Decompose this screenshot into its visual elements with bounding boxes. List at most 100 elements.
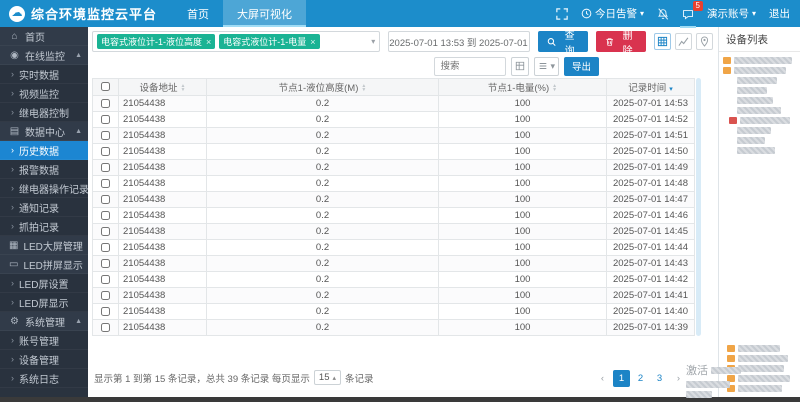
device-tree-item[interactable] [727,355,798,362]
header-level[interactable]: 节点1-液位高度(M) ▲ ▼ [206,78,439,96]
sidebar-item-历史数据[interactable]: › 历史数据 [0,141,88,160]
alarm-dropdown[interactable]: 今日告警 ▾ [581,6,644,21]
row-checkbox[interactable] [101,210,110,220]
cell-battery: 100 [438,303,607,320]
censored-text [737,137,765,144]
device-tree-item[interactable] [737,137,796,144]
sidebar-item-实时数据[interactable]: › 实时数据 [0,65,88,84]
account-dropdown[interactable]: 演示账号 ▾ [707,6,756,21]
row-checkbox[interactable] [101,290,110,300]
censored-text [738,355,788,362]
sidebar-item-报警数据[interactable]: › 报警数据 [0,160,88,179]
row-checkbox[interactable] [101,194,110,204]
cell-address: 21054438 [118,287,207,304]
page-prev-button[interactable]: ‹ [594,370,611,387]
sidebar-item-继电器操作记录[interactable]: › 继电器操作记录 [0,179,88,198]
sidebar-item-继电器控制[interactable]: › 继电器控制 [0,103,88,122]
sidebar-item-LED拼屏显示[interactable]: ▭LED拼屏显示▲ [0,255,88,274]
device-tree-item[interactable] [723,57,796,64]
sidebar-item-LED屏显示[interactable]: › LED屏显示 [0,293,88,312]
sidebar-item-账号管理[interactable]: › 账号管理 [0,331,88,350]
page-next-button[interactable]: › [670,370,687,387]
sidebar-item-LED屏设置[interactable]: › LED屏设置 [0,274,88,293]
device-tree[interactable] [719,52,800,162]
row-checkbox[interactable] [101,226,110,236]
mute-bell-icon[interactable] [657,7,669,20]
logout-button[interactable]: 退出 [769,6,790,21]
map-view-icon[interactable] [696,33,714,50]
fullscreen-icon[interactable] [556,7,568,20]
search-input[interactable] [434,56,507,76]
columns-dropdown-button[interactable]: ▾ [534,56,559,76]
sidebar-menu: ⌂ 首页 ◉ 在线监控 ▲ › 实时数据 › 视频监控 › 继电器控制 ▤ 数据中心 ▲ › 历史数据 › 报警数… [0,27,88,397]
chart-view-icon[interactable] [675,33,693,50]
cell-time: 2025-07-01 14:42 [606,271,695,288]
row-checkbox[interactable] [101,322,110,332]
device-tree-item[interactable] [737,127,796,134]
row-checkbox[interactable] [101,114,110,124]
device-tree-item[interactable] [737,87,796,94]
row-checkbox[interactable] [101,146,110,156]
remove-tag-icon[interactable]: × [206,37,211,47]
device-tree-item[interactable] [737,107,796,114]
header-record-time[interactable]: 记录时间 ▾ [606,78,695,96]
table-row: 21054438 0.2 100 2025-07-01 14:41 [92,287,695,304]
page-button-3[interactable]: 3 [651,370,668,387]
sort-desc-icon: ▾ [669,86,673,93]
censored-text [734,57,792,64]
sidebar-item-label: 账号管理 [19,336,59,348]
sidebar-item-视频监控[interactable]: › 视频监控 [0,84,88,103]
page-button-1[interactable]: 1 [613,370,630,387]
sidebar-item-在线监控[interactable]: ◉ 在线监控 ▲ [0,46,88,65]
top-nav-item-0[interactable]: 首页 [173,0,223,27]
select-all-checkbox[interactable] [101,82,110,92]
delete-button[interactable]: 删除 [595,31,647,57]
sidebar-item-首页[interactable]: ⌂ 首页 [0,27,88,46]
cell-battery: 100 [438,239,607,256]
sidebar-item-通知记录[interactable]: › 通知记录 [0,198,88,217]
table-view-icon[interactable] [654,33,672,50]
top-nav-item-1[interactable]: 大屏可视化 [223,0,307,27]
date-range-input[interactable] [388,31,530,52]
header-device-address[interactable]: 设备地址 ▲ ▼ [118,78,207,96]
device-tree-item[interactable] [723,67,796,74]
row-checkbox[interactable] [101,178,110,188]
censored-text [737,77,777,84]
device-tree-item[interactable] [737,77,796,84]
table-scrollbar[interactable] [696,78,701,336]
sidebar-item-设备管理[interactable]: › 设备管理 [0,350,88,369]
row-checkbox[interactable] [101,258,110,268]
cell-address: 21054438 [118,143,207,160]
sidebar-item-label: LED大屏管理 [23,241,83,253]
row-checkbox[interactable] [101,242,110,252]
row-checkbox[interactable] [101,130,110,140]
censored-text [738,345,780,352]
sidebar-item-抓拍记录[interactable]: › 抓拍记录 [0,217,88,236]
device-tree-item[interactable] [737,97,796,104]
censored-text [738,375,790,382]
message-icon[interactable]: 5 [679,0,703,28]
row-checkbox[interactable] [101,98,110,108]
parameter-select[interactable]: 电容式液位计-1-液位高度 × 电容式液位计-1-电量 × ▾ [92,31,381,52]
row-checkbox[interactable] [101,306,110,316]
device-tree-item[interactable] [737,147,796,154]
view-toggles [654,33,714,50]
row-checkbox[interactable] [101,162,110,172]
page-size-select[interactable]: 15 ▴ [313,370,341,385]
export-button[interactable]: 导出 [563,56,599,76]
cell-time: 2025-07-01 14:52 [606,111,695,128]
toggle-view-button[interactable] [511,56,530,76]
row-checkbox[interactable] [101,274,110,284]
device-tree-item[interactable] [729,117,796,124]
device-tree-item[interactable] [727,345,798,352]
search-icon [547,37,556,46]
sidebar-item-LED大屏管理[interactable]: ▦ LED大屏管理 [0,236,88,255]
cell-address: 21054438 [118,271,207,288]
sidebar-item-数据中心[interactable]: ▤ 数据中心 ▲ [0,122,88,141]
page-button-2[interactable]: 2 [632,370,649,387]
sidebar-item-系统管理[interactable]: ⚙ 系统管理 ▲ [0,312,88,331]
remove-tag-icon[interactable]: × [310,37,315,47]
sidebar-item-系统日志[interactable]: › 系统日志 [0,369,88,388]
query-button[interactable]: 查询 [537,31,588,57]
header-battery[interactable]: 节点1-电量(%) ▲ ▼ [438,78,607,96]
